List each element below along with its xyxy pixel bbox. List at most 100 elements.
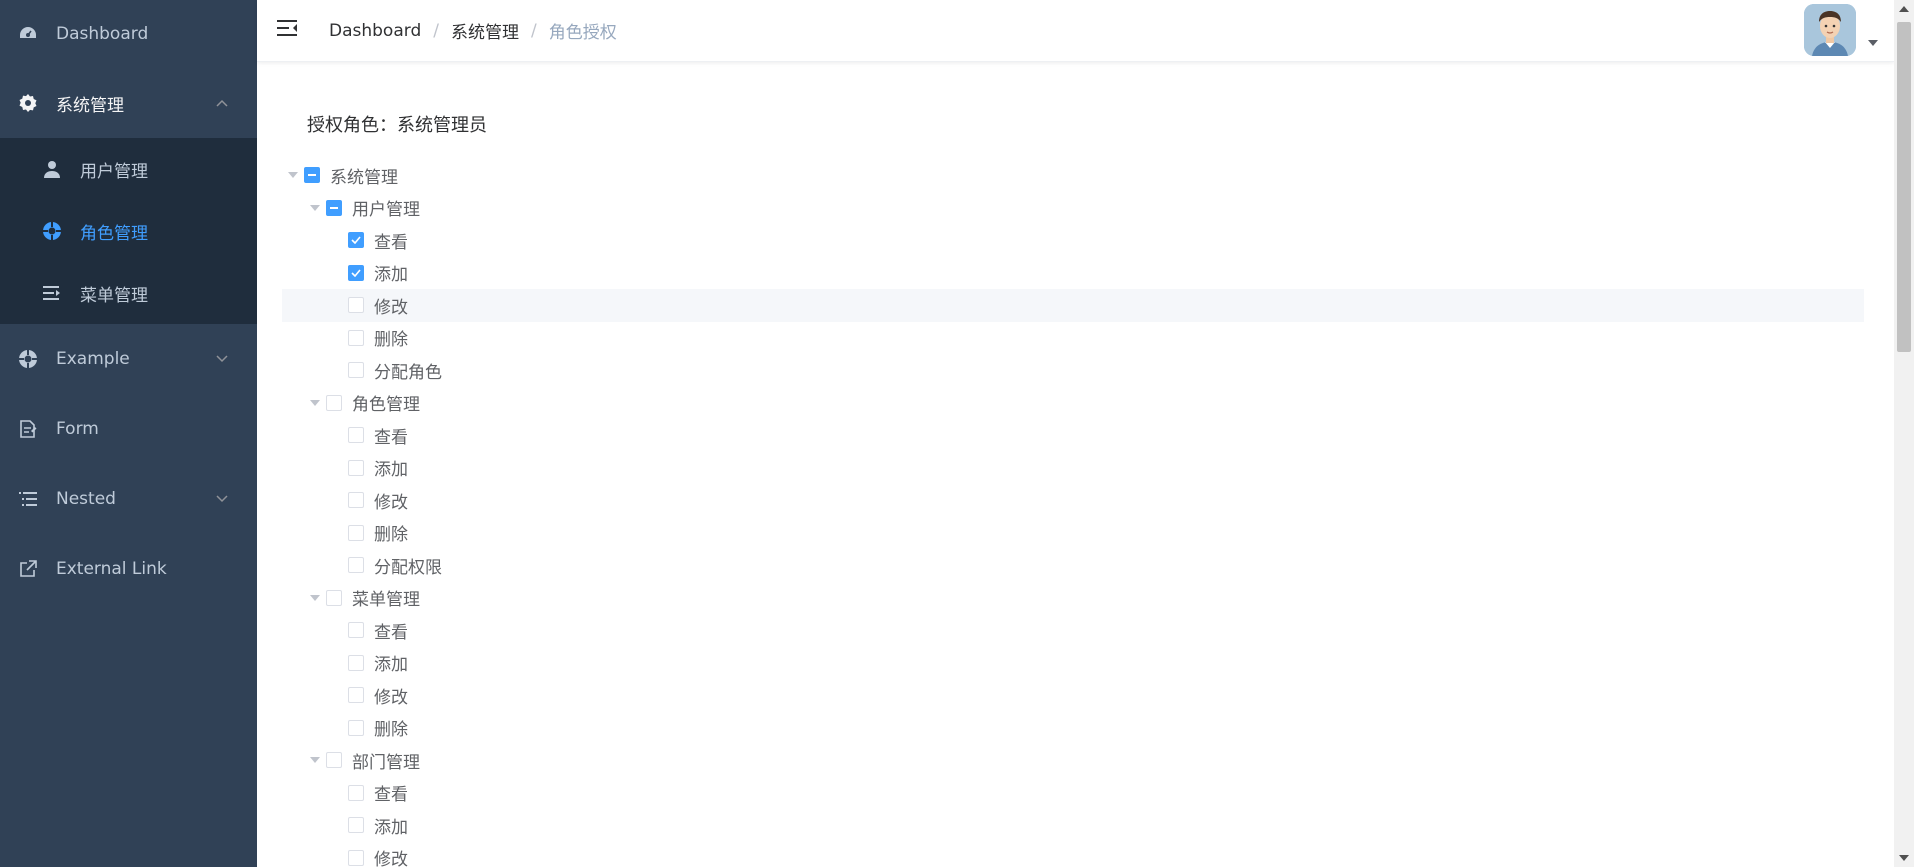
external-link-icon — [18, 559, 38, 579]
tree-checkbox[interactable] — [348, 524, 364, 541]
tree-node-perm[interactable]: 修改 — [282, 679, 1864, 712]
tree-node-perm[interactable]: 删除 — [282, 517, 1864, 550]
tree-node-dept-management[interactable]: 部门管理 — [282, 744, 1864, 777]
menu-item-menu-management[interactable]: 菜单管理 — [0, 262, 257, 324]
tree-checkbox[interactable] — [348, 264, 364, 281]
tree-checkbox[interactable] — [348, 492, 364, 509]
gear-icon — [18, 93, 38, 113]
breadcrumb-current: 角色授权 — [548, 23, 617, 43]
tree-node-perm[interactable]: 添加 — [282, 647, 1864, 680]
tree-checkbox[interactable] — [348, 232, 364, 249]
menu-label-role-management: 角色管理 — [80, 223, 148, 244]
tree-checkbox[interactable] — [348, 622, 364, 639]
menu-list-icon — [42, 283, 62, 303]
tree-node-label: 添加 — [374, 265, 408, 286]
menu-label-user-management: 用户管理 — [80, 161, 148, 182]
tree-node-perm[interactable]: 删除 — [282, 322, 1864, 355]
tree-node-menu-management[interactable]: 菜单管理 — [282, 582, 1864, 615]
menu-item-form[interactable]: Form — [0, 394, 257, 464]
scrollbar-thumb[interactable] — [1897, 22, 1911, 352]
tree-node-role-management[interactable]: 角色管理 — [282, 387, 1864, 420]
tree-node-label: 分配权限 — [374, 557, 442, 578]
tree-node-label: 删除 — [374, 720, 408, 741]
tree-node-label: 修改 — [374, 687, 408, 708]
navbar: Dashboard / 系统管理 / 角色授权 — [257, 0, 1894, 62]
tree-checkbox[interactable] — [326, 752, 342, 769]
breadcrumb-dashboard[interactable]: Dashboard — [329, 21, 421, 41]
tree-checkbox[interactable] — [348, 459, 364, 476]
dashboard-icon — [18, 24, 38, 44]
role-title: 授权角色：系统管理员 — [307, 115, 487, 136]
tree-checkbox[interactable] — [348, 687, 364, 704]
caret-down-icon[interactable] — [304, 587, 326, 609]
tree-node-perm[interactable]: 添加 — [282, 257, 1864, 290]
caret-down-icon[interactable] — [282, 164, 304, 186]
tree-node-perm[interactable]: 分配角色 — [282, 354, 1864, 387]
tree-node-label: 查看 — [374, 427, 408, 448]
tree-checkbox[interactable] — [348, 362, 364, 379]
avatar[interactable] — [1804, 4, 1856, 56]
scroll-up-icon[interactable] — [1899, 6, 1909, 12]
tree-node-label: 添加 — [374, 817, 408, 838]
tree-checkbox[interactable] — [348, 654, 364, 671]
tree-node-label: 修改 — [374, 297, 408, 318]
hamburger-icon[interactable] — [277, 18, 299, 40]
menu-item-dashboard[interactable]: Dashboard — [0, 0, 257, 68]
tree-node-label: 角色管理 — [352, 395, 420, 416]
caret-down-icon[interactable] — [304, 392, 326, 414]
menu-item-example[interactable]: Example — [0, 324, 257, 394]
form-icon — [18, 419, 38, 439]
tree-checkbox[interactable] — [304, 167, 320, 184]
tree-node-perm[interactable]: 添加 — [282, 452, 1864, 485]
tree-node-system[interactable]: 系统管理 — [282, 159, 1864, 192]
menu-item-external-link[interactable]: External Link — [0, 534, 257, 604]
tree-checkbox[interactable] — [348, 427, 364, 444]
tree-node-user-management[interactable]: 用户管理 — [282, 192, 1864, 225]
breadcrumb-separator: / — [530, 20, 537, 41]
tree-node-perm[interactable]: 查看 — [282, 777, 1864, 810]
tree-node-label: 分配角色 — [374, 362, 442, 383]
tree-node-perm[interactable]: 修改 — [282, 484, 1864, 517]
caret-down-icon[interactable] — [1868, 40, 1878, 46]
menu-item-nested[interactable]: Nested — [0, 464, 257, 534]
tree-node-label: 删除 — [374, 525, 408, 546]
tree-node-perm[interactable]: 查看 — [282, 614, 1864, 647]
caret-down-icon[interactable] — [304, 197, 326, 219]
user-icon — [42, 159, 62, 179]
scroll-down-icon[interactable] — [1899, 855, 1909, 861]
tree-node-perm[interactable]: 添加 — [282, 809, 1864, 842]
tree-node-perm[interactable]: 查看 — [282, 419, 1864, 452]
tree-node-label: 修改 — [374, 492, 408, 513]
tree-checkbox[interactable] — [326, 589, 342, 606]
breadcrumb-system[interactable]: 系统管理 — [451, 18, 519, 43]
tree-node-label: 部门管理 — [352, 752, 420, 773]
tree-node-perm[interactable]: 删除 — [282, 712, 1864, 745]
breadcrumb-separator: / — [433, 20, 439, 41]
tree-checkbox[interactable] — [348, 329, 364, 346]
menu-item-user-management[interactable]: 用户管理 — [0, 138, 257, 200]
menu-label-example: Example — [56, 349, 130, 369]
tree-node-perm[interactable]: 修改 — [282, 289, 1864, 322]
tree-checkbox[interactable] — [348, 784, 364, 801]
vertical-scrollbar[interactable] — [1894, 0, 1914, 867]
sidebar: Dashboard 系统管理 用户管理 角色管理 菜单管理 Example Fo… — [0, 0, 257, 867]
tree-node-perm[interactable]: 查看 — [282, 224, 1864, 257]
menu-label-dashboard: Dashboard — [56, 24, 149, 44]
tree-checkbox[interactable] — [348, 817, 364, 834]
tree-checkbox[interactable] — [348, 297, 364, 314]
tree-checkbox[interactable] — [326, 199, 342, 216]
tree-checkbox[interactable] — [326, 394, 342, 411]
tree-node-label: 添加 — [374, 460, 408, 481]
tree-node-perm[interactable]: 修改 — [282, 842, 1864, 867]
tree-checkbox[interactable] — [348, 557, 364, 574]
tree-checkbox[interactable] — [348, 849, 364, 866]
permission-tree: 系统管理 用户管理 查看 添加 修改 删除 分配角色 角色管理 查看 添加 修改… — [282, 159, 1864, 867]
caret-down-icon[interactable] — [304, 749, 326, 771]
tree-checkbox[interactable] — [348, 719, 364, 736]
menu-label-system: 系统管理 — [56, 95, 124, 116]
tree-node-label: 查看 — [374, 622, 408, 643]
menu-item-system[interactable]: 系统管理 — [0, 68, 257, 138]
tree-node-label: 查看 — [374, 785, 408, 806]
menu-item-role-management[interactable]: 角色管理 — [0, 200, 257, 262]
tree-node-perm[interactable]: 分配权限 — [282, 549, 1864, 582]
